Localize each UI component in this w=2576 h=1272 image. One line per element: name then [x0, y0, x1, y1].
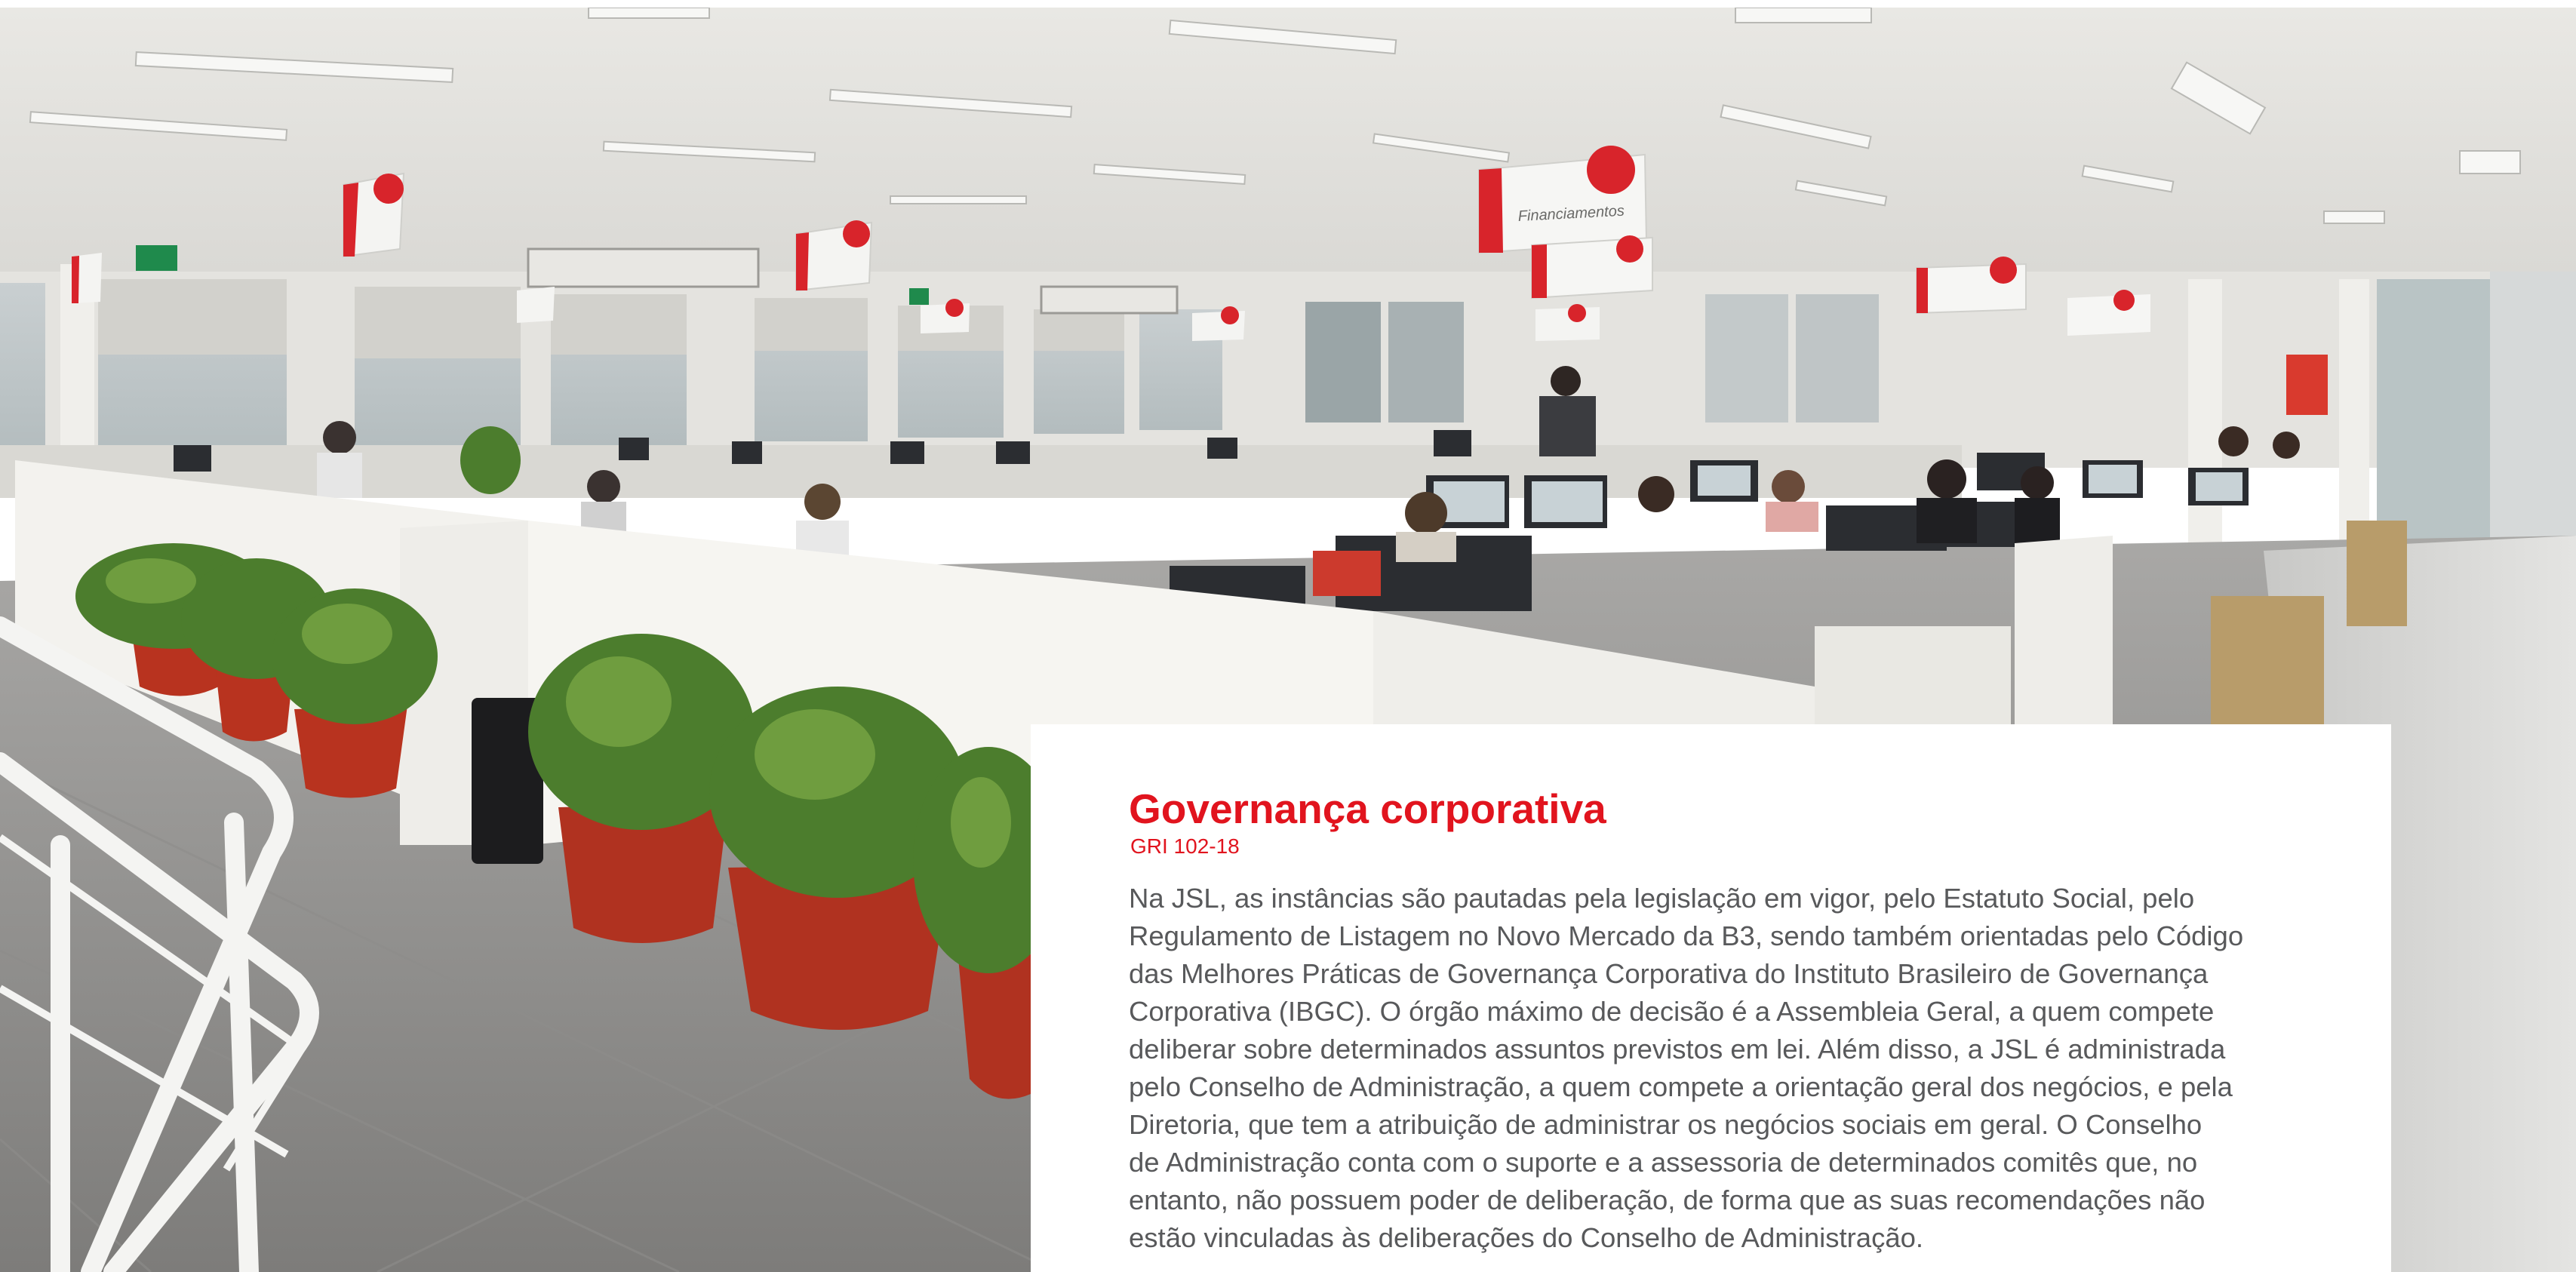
- body-line: pelo Conselho de Administração, a quem c…: [1129, 1071, 2233, 1102]
- body-line: Na JSL, as instâncias são pautadas pela …: [1129, 883, 2195, 914]
- air-conditioner: [527, 247, 760, 288]
- body-line: de Administração conta com o suporte e a…: [1129, 1147, 2198, 1178]
- body-line: Regulamento de Listagem no Novo Mercado …: [1129, 920, 2244, 951]
- body-line: das Melhores Práticas de Governança Corp…: [1129, 958, 2209, 989]
- partition-right: [2015, 536, 2113, 732]
- chair: [1313, 551, 1381, 596]
- body-line: Diretoria, que tem a atribuição de admin…: [1129, 1109, 2203, 1140]
- body-line: estão vinculadas às deliberações do Cons…: [1129, 1222, 1924, 1253]
- bin: [2347, 521, 2407, 626]
- air-conditioner: [1040, 285, 1179, 315]
- report-page: Financiamentos Governança corporativa GR…: [0, 0, 2576, 1272]
- body-line: deliberar sobre determinados assuntos pr…: [1129, 1034, 2226, 1065]
- fire-cabinet: [2286, 355, 2328, 415]
- gri-reference: GRI 102-18: [1130, 834, 1240, 858]
- body-line: entanto, não possuem poder de deliberaçã…: [1129, 1184, 2206, 1215]
- section-title: Governança corporativa: [1129, 785, 1606, 832]
- governance-text-panel: Governança corporativa GRI 102-18 Na JSL…: [1031, 724, 2391, 1272]
- desk-surface: [1815, 626, 2011, 732]
- bin: [2211, 596, 2324, 732]
- body-line: Corporativa (IBGC). O órgão máximo de de…: [1129, 996, 2215, 1027]
- section-body: Na JSL, as instâncias são pautadas pela …: [1129, 880, 2321, 1257]
